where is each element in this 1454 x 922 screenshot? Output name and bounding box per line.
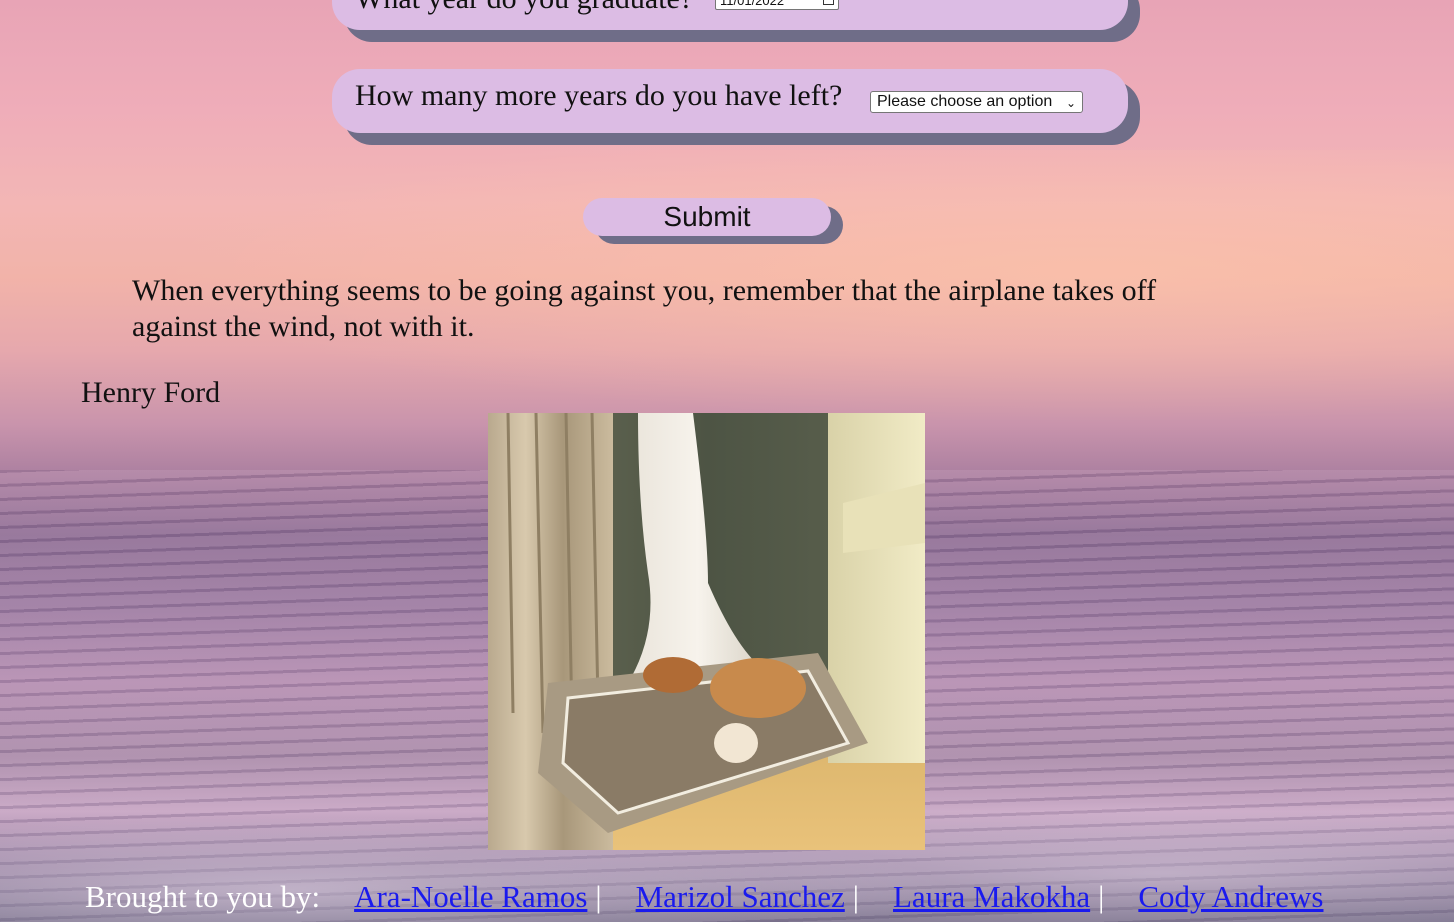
credits-lead: Brought to you by: — [85, 879, 321, 914]
graduate-date-input[interactable]: 11/01/2022 — [715, 0, 839, 10]
credit-link-3[interactable]: Laura Makokha — [893, 879, 1090, 914]
graduate-year-label: What year do you graduate? — [355, 0, 693, 16]
credits-footer: Brought to you by: Ara-Noelle Ramos | Mariz… — [85, 879, 1323, 915]
graduate-date-value: 11/01/2022 — [720, 0, 785, 8]
graduate-year-row: What year do you graduate? 11/01/2022 — [332, 0, 1128, 30]
credit-separator: | — [1098, 879, 1105, 914]
years-left-label: How many more years do you have left? — [355, 79, 843, 112]
credit-separator: | — [595, 879, 602, 914]
calendar-icon[interactable] — [823, 0, 834, 5]
years-left-select[interactable]: Please choose an option ⌄ — [870, 91, 1083, 113]
quote-author: Henry Ford — [81, 376, 221, 409]
credit-link-2[interactable]: Marizol Sanchez — [636, 879, 845, 914]
credit-link-4[interactable]: Cody Andrews — [1138, 879, 1323, 914]
credit-separator: | — [852, 879, 859, 914]
dog-under-curtain-photo — [488, 413, 925, 850]
submit-button[interactable]: Submit — [583, 198, 831, 236]
credit-link-1[interactable]: Ara-Noelle Ramos — [354, 879, 587, 914]
quote-text: When everything seems to be going agains… — [132, 274, 1157, 343]
years-left-row: How many more years do you have left? Pl… — [332, 69, 1128, 133]
chevron-down-icon: ⌄ — [1065, 96, 1076, 110]
years-left-select-value: Please choose an option — [877, 93, 1053, 110]
